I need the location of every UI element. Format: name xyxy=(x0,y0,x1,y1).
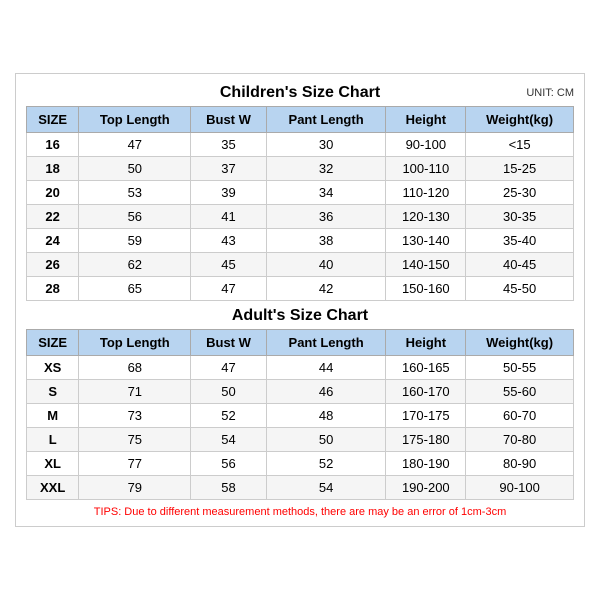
adults-tbody: XS684744160-16550-55S715046160-17055-60M… xyxy=(27,356,574,500)
children-col-bust-w: Bust W xyxy=(191,107,266,133)
table-row: 20533934110-12025-30 xyxy=(27,181,574,205)
children-col-top-length: Top Length xyxy=(79,107,191,133)
children-col-pant-length: Pant Length xyxy=(266,107,386,133)
children-col-weight: Weight(kg) xyxy=(466,107,574,133)
table-row: 18503732100-11015-25 xyxy=(27,157,574,181)
children-col-height: Height xyxy=(386,107,466,133)
table-row: XL775652180-19080-90 xyxy=(27,452,574,476)
adults-title-row: Adult's Size Chart xyxy=(26,307,574,325)
children-table: SIZE Top Length Bust W Pant Length Heigh… xyxy=(26,106,574,301)
table-row: 26624540140-15040-45 xyxy=(27,253,574,277)
tips-text: TIPS: Due to different measurement metho… xyxy=(26,506,574,518)
table-row: L755450175-18070-80 xyxy=(27,428,574,452)
table-row: 1647353090-100<15 xyxy=(27,133,574,157)
adults-col-top-length: Top Length xyxy=(79,330,191,356)
adults-title: Adult's Size Chart xyxy=(232,307,368,325)
children-title-row: Children's Size Chart UNIT: CM xyxy=(26,84,574,102)
table-row: M735248170-17560-70 xyxy=(27,404,574,428)
table-row: 28654742150-16045-50 xyxy=(27,277,574,301)
table-row: XS684744160-16550-55 xyxy=(27,356,574,380)
table-row: XXL795854190-20090-100 xyxy=(27,476,574,500)
adults-col-pant-length: Pant Length xyxy=(266,330,386,356)
children-header-row: SIZE Top Length Bust W Pant Length Heigh… xyxy=(27,107,574,133)
table-row: 22564136120-13030-35 xyxy=(27,205,574,229)
unit-label: UNIT: CM xyxy=(526,87,574,99)
adults-col-weight: Weight(kg) xyxy=(466,330,574,356)
adults-table: SIZE Top Length Bust W Pant Length Heigh… xyxy=(26,329,574,500)
adults-col-height: Height xyxy=(386,330,466,356)
children-tbody: 1647353090-100<1518503732100-11015-25205… xyxy=(27,133,574,301)
table-row: S715046160-17055-60 xyxy=(27,380,574,404)
chart-container: Children's Size Chart UNIT: CM SIZE Top … xyxy=(15,73,585,527)
children-col-size: SIZE xyxy=(27,107,79,133)
adults-header-row: SIZE Top Length Bust W Pant Length Heigh… xyxy=(27,330,574,356)
adults-col-size: SIZE xyxy=(27,330,79,356)
adults-col-bust-w: Bust W xyxy=(191,330,266,356)
table-row: 24594338130-14035-40 xyxy=(27,229,574,253)
children-title: Children's Size Chart xyxy=(220,84,380,102)
